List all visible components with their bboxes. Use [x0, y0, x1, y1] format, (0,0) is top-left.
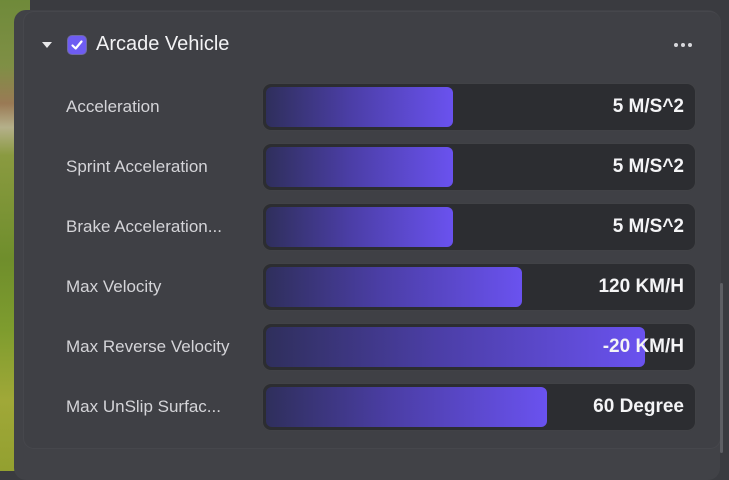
property-label: Sprint Acceleration	[66, 157, 208, 176]
property-row-max-unslip-surface: Max UnSlip Surfac... 60 Degree	[24, 383, 720, 433]
slider-value: 5 M/S^2	[612, 156, 684, 177]
property-row-max-reverse-velocity: Max Reverse Velocity -20 KM/H	[24, 323, 720, 373]
caret-down-icon[interactable]	[42, 42, 52, 48]
slider-field[interactable]: 5 M/S^2	[262, 83, 696, 131]
component-header: Arcade Vehicle	[24, 12, 720, 80]
property-row-brake-acceleration: Brake Acceleration... 5 M/S^2	[24, 203, 720, 253]
slider-field[interactable]: 120 KM/H	[262, 263, 696, 311]
slider-field[interactable]: -20 KM/H	[262, 323, 696, 371]
component-title: Arcade Vehicle	[96, 33, 230, 55]
component-section: Arcade Vehicle Acceleration 5 M/S^2 Spri…	[24, 12, 720, 448]
slider-fill	[266, 267, 522, 307]
more-horizontal-icon[interactable]	[674, 43, 694, 49]
property-row-acceleration: Acceleration 5 M/S^2	[24, 83, 720, 133]
slider-fill	[266, 207, 453, 247]
slider-field[interactable]: 60 Degree	[262, 383, 696, 431]
slider-value: 5 M/S^2	[612, 96, 684, 117]
component-enabled-checkbox[interactable]	[68, 36, 86, 54]
slider-fill	[266, 327, 645, 367]
scrollbar[interactable]	[720, 283, 723, 453]
slider-fill	[266, 387, 547, 427]
property-label: Max Velocity	[66, 277, 162, 296]
slider-value: -20 KM/H	[602, 336, 684, 357]
property-row-sprint-acceleration: Sprint Acceleration 5 M/S^2	[24, 143, 720, 193]
property-label: Brake Acceleration...	[66, 217, 222, 236]
property-label: Max UnSlip Surfac...	[66, 397, 221, 416]
slider-value: 5 M/S^2	[612, 216, 684, 237]
slider-field[interactable]: 5 M/S^2	[262, 203, 696, 251]
slider-fill	[266, 147, 453, 187]
property-label: Max Reverse Velocity	[66, 337, 230, 356]
property-row-max-velocity: Max Velocity 120 KM/H	[24, 263, 720, 313]
slider-field[interactable]: 5 M/S^2	[262, 143, 696, 191]
slider-value: 60 Degree	[593, 396, 684, 417]
property-label: Acceleration	[66, 97, 160, 116]
checkmark-icon	[71, 40, 83, 50]
slider-value: 120 KM/H	[598, 276, 684, 297]
slider-fill	[266, 87, 453, 127]
